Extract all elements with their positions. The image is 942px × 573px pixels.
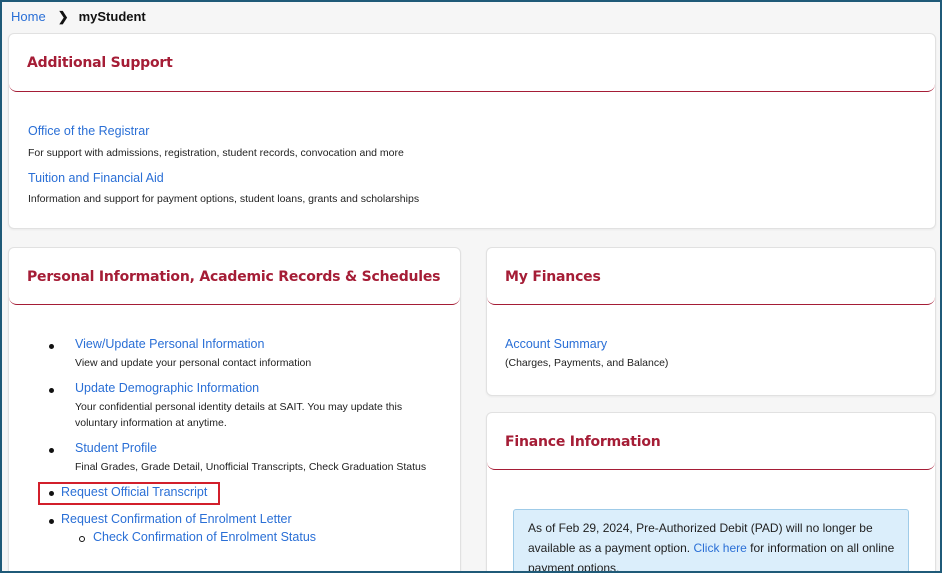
bullet-icon [49, 491, 54, 496]
card-header: Finance Information [487, 413, 935, 470]
hollow-bullet-icon [79, 536, 85, 542]
bullet-icon [49, 448, 54, 453]
tuition-link[interactable]: Tuition and Financial Aid [28, 171, 164, 185]
card-header: Additional Support [9, 34, 935, 92]
bullet-icon [49, 344, 54, 349]
student-profile-description: Final Grades, Grade Detail, Unofficial T… [75, 461, 427, 473]
finance-info-card: Finance Information As of Feb 29, 2024, … [486, 412, 936, 571]
check-enrolment-status-link[interactable]: Check Confirmation of Enrolment Status [93, 530, 316, 544]
update-demographic-link[interactable]: Update Demographic Information [75, 381, 259, 395]
student-profile-link[interactable]: Student Profile [75, 441, 157, 455]
registrar-description: For support with admissions, registratio… [28, 147, 404, 159]
update-demographic-description: Your confidential personal identity deta… [75, 401, 403, 429]
breadcrumb-home-link[interactable]: Home [11, 9, 46, 24]
personal-info-card: Personal Information, Academic Records &… [8, 247, 461, 571]
additional-support-title: Additional Support [27, 55, 173, 71]
request-enrolment-letter-link[interactable]: Request Confirmation of Enrolment Letter [61, 512, 292, 526]
click-here-link[interactable]: Click here [693, 541, 746, 555]
personal-info-title: Personal Information, Academic Records &… [27, 269, 441, 285]
tuition-description: Information and support for payment opti… [28, 193, 420, 205]
my-finances-card: My Finances Account Summary (Charges, Pa… [486, 247, 936, 396]
my-finances-title: My Finances [505, 269, 601, 285]
request-official-transcript-link[interactable]: Request Official Transcript [61, 485, 207, 499]
finance-info-title: Finance Information [505, 434, 661, 450]
bullet-icon [49, 519, 54, 524]
bullet-icon [49, 388, 54, 393]
account-summary-description: (Charges, Payments, and Balance) [505, 357, 669, 369]
chevron-right-icon: ❯ [57, 9, 69, 24]
breadcrumb: Home ❯ myStudent [11, 8, 146, 26]
page-frame: Home ❯ myStudent Additional Support Office… [0, 0, 942, 573]
breadcrumb-current: myStudent [78, 9, 146, 24]
registrar-link[interactable]: Office of the Registrar [28, 124, 149, 138]
card-header: My Finances [487, 248, 935, 305]
account-summary-link[interactable]: Account Summary [505, 337, 607, 351]
view-update-personal-description: View and update your personal contact in… [75, 357, 312, 369]
view-update-personal-link[interactable]: View/Update Personal Information [75, 337, 264, 351]
card-header: Personal Information, Academic Records &… [9, 248, 460, 305]
additional-support-card: Additional Support Office of the Registr… [8, 33, 936, 229]
pad-notice: As of Feb 29, 2024, Pre-Authorized Debit… [513, 509, 909, 571]
